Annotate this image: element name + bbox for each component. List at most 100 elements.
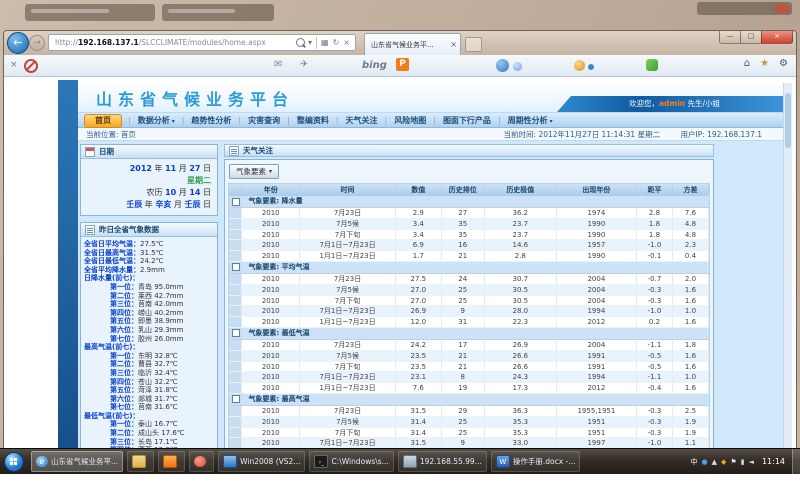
cell-4: 22.3 (485, 317, 557, 328)
table-header-row: 年份时间数值历史排位历史极值出现年份距平方差 (229, 184, 709, 196)
table-row[interactable]: 20101月1日~7月23日7.61917.32012-0.41.6 (229, 383, 709, 394)
checkbox[interactable] (232, 329, 240, 337)
blue-app-icon[interactable]: ● (702, 457, 708, 467)
table-row[interactable]: 20101月1日~7月23日12.03122.320120.21.6 (229, 317, 709, 328)
table-row[interactable]: 20107月5候23.52126.61991-0.51.6 (229, 351, 709, 362)
taskbar-button-6[interactable]: 192.168.55.99... (398, 451, 487, 472)
plugin-icon-green[interactable] (646, 59, 658, 71)
forward-button[interactable]: → (29, 35, 45, 51)
bing-logo[interactable]: bing (362, 60, 387, 71)
nav-item-4[interactable]: 整编资料 (290, 113, 336, 129)
table-row[interactable]: 20107月1日~7月23日6.91614.61957-1.02.3 (229, 240, 709, 251)
favorites-icon[interactable]: ★ (760, 58, 769, 69)
home-icon[interactable]: ⌂ (744, 58, 750, 69)
search-icon[interactable] (296, 38, 305, 47)
taskbar-button-1[interactable] (127, 451, 154, 472)
page-scrollbar[interactable] (783, 83, 792, 452)
taskbar-button-0[interactable]: 山东省气候业务平... (31, 451, 123, 472)
date-part: 壬辰 (184, 200, 200, 209)
cell-0: 2010 (242, 383, 300, 394)
table-group-row[interactable]: 气象要素: 降水量 (229, 196, 709, 208)
refresh-icon[interactable]: ↻ (333, 38, 340, 47)
cell-0: 2010 (242, 340, 300, 351)
taskbar-button-5[interactable]: C:\Windows\s... (309, 451, 393, 472)
checkbox[interactable] (232, 198, 240, 206)
taskbar-clock[interactable]: 11:14 (762, 457, 785, 466)
tab-close-icon[interactable]: × (450, 40, 457, 49)
nav-item-2[interactable]: 趋势性分析 (184, 113, 238, 129)
table-row[interactable]: 20107月23日27.52430.72004-0.72.0 (229, 274, 709, 285)
volume-icon[interactable]: ◄ (749, 457, 754, 467)
taskbar-button-3[interactable] (189, 451, 214, 472)
table-row[interactable]: 20101月1日~7月23日1.7212.81990-0.10.4 (229, 251, 709, 262)
plugin-icon-gold[interactable] (574, 60, 585, 71)
close-button[interactable]: × (761, 31, 793, 44)
stop-icon[interactable]: × (343, 38, 350, 47)
network-icon[interactable]: ▮ (741, 457, 745, 467)
cell-4: 24.3 (485, 372, 557, 383)
checkbox[interactable] (232, 263, 240, 271)
table-row[interactable]: 20107月下旬31.42535.31951-0.31.9 (229, 428, 709, 439)
security-alert-icon[interactable]: ◆ (721, 457, 726, 467)
hidden-icons-arrow-icon[interactable]: ▲ (712, 457, 717, 467)
plugin-icon-dot[interactable] (588, 64, 594, 70)
nav-item-5[interactable]: 天气关注 (339, 113, 385, 129)
table-group-row[interactable]: 气象要素: 平均气温 (229, 262, 709, 274)
maximize-button[interactable]: □ (741, 31, 761, 44)
stat-value: 2.9mm (140, 266, 165, 274)
scrollbar-thumb[interactable] (785, 93, 791, 148)
url-text[interactable]: http://192.168.137.1/SLCCLIMATE/modules/… (55, 38, 295, 47)
tools-gear-icon[interactable]: ⚙ (779, 58, 788, 69)
table-row[interactable]: 20107月下旬23.52126.61991-0.51.6 (229, 362, 709, 373)
compatibility-view-icon[interactable]: ▦ (321, 38, 329, 47)
table-row[interactable]: 20107月23日31.52936.31955,1951-0.32.5 (229, 406, 709, 417)
address-bar[interactable]: http://192.168.137.1/SLCCLIMATE/modules/… (48, 34, 356, 51)
table-row[interactable]: 20107月23日24.21726.92004-1.11.8 (229, 340, 709, 351)
blocked-addon-icon[interactable] (24, 59, 38, 73)
taskbar-button-4[interactable]: Win2008 (VS2... (218, 451, 305, 472)
taskbar-button-2[interactable] (158, 451, 185, 472)
nav-item-3[interactable]: 灾害查询 (241, 113, 287, 129)
table-row[interactable]: 20107月下旬3.43523.719901.84.8 (229, 230, 709, 241)
ime-language-icon[interactable]: 中 (691, 457, 698, 467)
table-row[interactable]: 20107月5候31.42535.31951-0.31.9 (229, 417, 709, 428)
pinterest-style-badge-icon[interactable]: P (396, 58, 409, 71)
show-desktop-button[interactable] (792, 449, 800, 474)
table-group-row[interactable]: 气象要素: 最高气温 (229, 394, 709, 406)
cell-7: 4.8 (673, 219, 709, 230)
send-page-icon[interactable]: ✈ (300, 59, 308, 70)
table-row[interactable]: 20107月5候27.02530.52004-0.31.6 (229, 285, 709, 296)
start-button[interactable] (4, 452, 24, 472)
cell-4: 35.3 (485, 417, 557, 428)
search-dropdown-icon[interactable]: ▾ (308, 38, 312, 47)
tab-title[interactable]: 山东省气候业务平... (371, 40, 448, 50)
back-button[interactable]: ← (7, 32, 29, 54)
taskbar-button-7[interactable]: 操作手册.docx -... (491, 451, 581, 472)
action-center-flag-icon[interactable]: ⚑ (730, 457, 736, 467)
minimize-button[interactable]: — (719, 31, 741, 44)
cell-1: 1月1日~7月23日 (300, 251, 396, 262)
table-row[interactable]: 20107月1日~7月23日26.9928.01994-1.01.0 (229, 306, 709, 317)
new-tab-button[interactable] (465, 37, 482, 52)
mail-icon[interactable]: ✉ (274, 59, 282, 70)
stat-value: 24.2℃ (140, 257, 163, 265)
browser-tab[interactable]: 山东省气候业务平... × (364, 33, 461, 55)
rank-line: 第一位：泰山 16.7℃ (84, 420, 214, 429)
element-selector-button[interactable]: 气象要素 ▾ (229, 164, 279, 179)
table-row[interactable]: 20107月23日2.92736.219742.87.6 (229, 208, 709, 219)
plugin-icon-blue[interactable] (496, 59, 509, 72)
cell-7: 2.5 (673, 406, 709, 417)
date-line: 星期二 (87, 175, 211, 187)
nav-item-0[interactable]: 首页 (84, 114, 122, 128)
table-row[interactable]: 20107月1日~7月23日23.1824.31994-1.11.0 (229, 372, 709, 383)
table-row[interactable]: 20107月下旬27.02530.52004-0.31.6 (229, 296, 709, 307)
cell-5: 1991 (557, 351, 637, 362)
plugin-icon-blue-small[interactable] (513, 62, 522, 71)
addon-bar-close-icon[interactable]: × (10, 60, 18, 70)
nav-item-7[interactable]: 图面下行产品 (436, 113, 498, 129)
nav-item-6[interactable]: 风险地图 (387, 113, 433, 129)
checkbox[interactable] (232, 395, 240, 403)
table-group-row[interactable]: 气象要素: 最低气温 (229, 328, 709, 340)
cell-5: 2004 (557, 285, 637, 296)
table-row[interactable]: 20107月5候3.43523.719901.84.8 (229, 219, 709, 230)
